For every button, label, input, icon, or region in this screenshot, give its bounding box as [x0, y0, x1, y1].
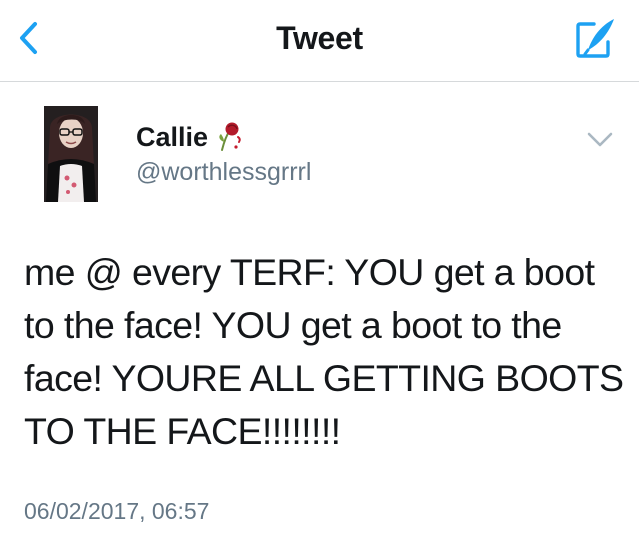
author-display-name[interactable]: Callie [136, 122, 208, 153]
navigation-bar: Tweet [0, 0, 639, 82]
page-title: Tweet [276, 20, 363, 56]
avatar[interactable] [44, 106, 98, 202]
compose-tweet-button[interactable] [573, 14, 617, 62]
tweet-timestamp: 06/02/2017, 06:57 [24, 498, 210, 524]
author-handle[interactable]: @worthlessgrrrl [136, 158, 311, 187]
wilted-rose-icon [219, 122, 241, 151]
tweet-text: me @ every TERF: YOU get a boot to the f… [24, 251, 624, 452]
profile-photo [44, 106, 98, 202]
chevron-down-icon[interactable] [585, 128, 615, 152]
compose-quill-icon [576, 19, 614, 58]
